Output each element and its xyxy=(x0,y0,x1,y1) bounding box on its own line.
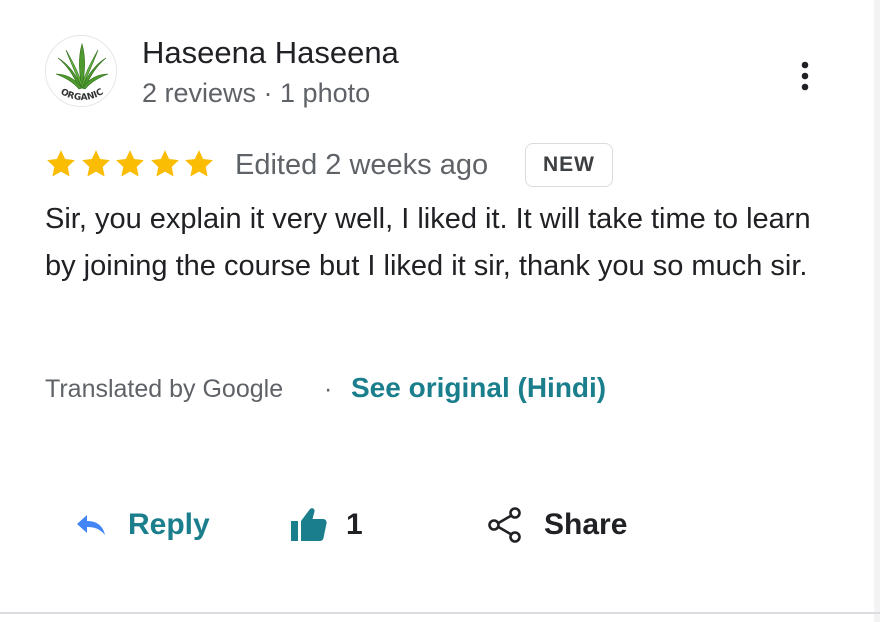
panel-edge xyxy=(874,0,880,622)
aloe-plant-icon: ORGANIC xyxy=(46,36,116,106)
edited-timestamp: Edited 2 weeks ago xyxy=(235,149,489,181)
share-button[interactable]: Share xyxy=(486,500,627,550)
like-count: 1 xyxy=(346,508,363,541)
reply-label: Reply xyxy=(128,508,210,541)
star-icon xyxy=(116,150,144,177)
author-meta: 2 reviews · 1 photo xyxy=(142,78,371,108)
like-button[interactable]: 1 xyxy=(290,500,363,550)
author-name[interactable]: Haseena Haseena xyxy=(142,34,399,72)
reply-icon xyxy=(77,515,105,535)
author-avatar[interactable]: ORGANIC xyxy=(45,35,117,107)
see-original-link[interactable]: See original (Hindi) xyxy=(351,368,606,408)
reply-button[interactable]: Reply xyxy=(76,500,210,550)
share-label: Share xyxy=(544,508,628,541)
new-badge: NEW xyxy=(525,143,613,187)
review-text: Sir, you explain it very well, I liked i… xyxy=(45,203,811,282)
star-icon xyxy=(185,150,213,177)
star-icon xyxy=(150,150,179,177)
more-vert-icon xyxy=(801,61,809,91)
share-icon xyxy=(488,507,521,543)
thumb-up-icon xyxy=(291,508,327,541)
review-card: ORGANIC Haseena Haseena 2 reviews · 1 ph… xyxy=(0,0,880,622)
more-options-button[interactable] xyxy=(788,56,822,96)
star-icon xyxy=(81,150,110,177)
star-rating xyxy=(44,146,217,182)
separator-dot: · xyxy=(324,375,333,403)
star-icon xyxy=(47,150,75,177)
bottom-divider xyxy=(0,612,880,614)
translated-by-label: Translated by Google xyxy=(45,375,284,403)
